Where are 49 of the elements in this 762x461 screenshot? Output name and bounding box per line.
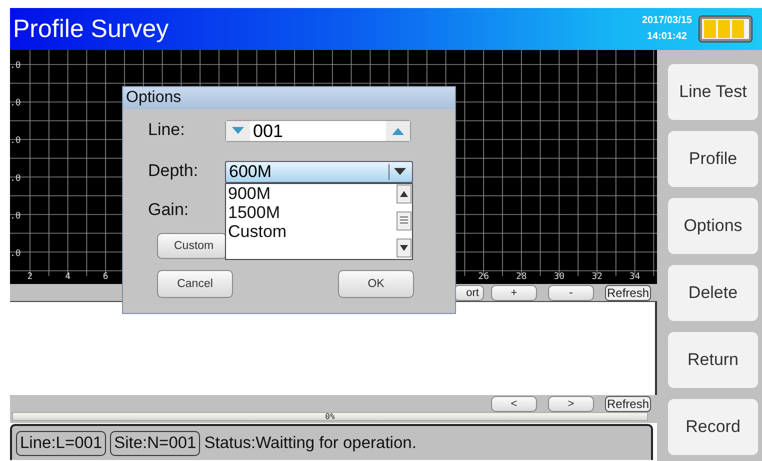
- cancel-button[interactable]: Cancel: [157, 270, 233, 298]
- axis-label: 34: [629, 272, 640, 282]
- sidebar-button[interactable]: Options: [668, 198, 758, 254]
- refresh-button[interactable]: Refresh: [605, 396, 651, 412]
- increase-icon[interactable]: [392, 127, 404, 135]
- ok-button[interactable]: OK: [338, 270, 414, 298]
- axis-label: 30: [554, 272, 565, 282]
- date-text: 2017/03/15: [642, 14, 692, 28]
- axis-label: 4: [65, 272, 70, 282]
- axis-label: 32: [592, 272, 602, 282]
- axis-label: 26: [478, 272, 490, 282]
- axis-label: .0: [10, 174, 21, 184]
- custom-button[interactable]: Custom: [157, 233, 227, 259]
- site-indicator: Site:N=001: [110, 430, 200, 456]
- button[interactable]: -: [548, 284, 594, 300]
- window-title: Profile Survey: [13, 14, 170, 44]
- progress-text: 0%: [325, 412, 335, 421]
- line-spinbox[interactable]: 001: [225, 120, 411, 142]
- button[interactable]: <: [491, 396, 537, 412]
- line-indicator: Line:L=001: [16, 430, 106, 456]
- depth-option[interactable]: 900M: [228, 184, 396, 203]
- decrease-icon[interactable]: [232, 127, 244, 135]
- status-text: Status:Waitting for operation.: [204, 434, 416, 452]
- time-text: 14:01:42: [646, 30, 687, 44]
- dialog-title: Options: [123, 87, 455, 109]
- sidebar-button[interactable]: Delete: [668, 265, 758, 321]
- sidebar-button[interactable]: Record: [668, 399, 758, 455]
- depth-option[interactable]: 1500M: [228, 203, 396, 222]
- axis-label: .0: [10, 249, 21, 259]
- axis-label: .0: [10, 98, 21, 109]
- depth-dropdown[interactable]: 600M: [225, 161, 413, 183]
- button[interactable]: ort: [454, 284, 484, 300]
- axis-label: 28: [516, 272, 527, 282]
- line-label: Line:: [148, 120, 185, 140]
- axis-label: .0: [10, 211, 21, 222]
- sidebar-button[interactable]: Return: [668, 332, 758, 388]
- refresh-button[interactable]: Refresh: [605, 284, 651, 300]
- axis-label: 2: [27, 272, 33, 282]
- button[interactable]: >: [548, 396, 594, 412]
- button[interactable]: +: [491, 284, 537, 300]
- depth-label: Depth:: [148, 161, 198, 181]
- axis-label: .0: [10, 61, 21, 71]
- axis-label: .0: [10, 136, 21, 146]
- axis-label: 6: [102, 272, 108, 282]
- battery-icon: [698, 15, 753, 43]
- depth-option[interactable]: Custom: [228, 222, 396, 241]
- gain-label: Gain:: [148, 200, 189, 220]
- sidebar-button[interactable]: Line Test: [668, 64, 758, 120]
- sidebar-button[interactable]: Profile: [668, 131, 758, 187]
